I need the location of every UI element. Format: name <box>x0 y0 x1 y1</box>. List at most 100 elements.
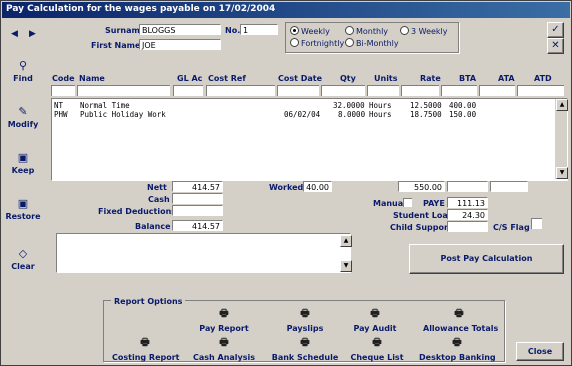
employee-no-field[interactable]: 1 <box>240 24 278 35</box>
bta-entry[interactable] <box>441 85 477 96</box>
col-name: Name <box>79 74 105 83</box>
notes-scroll-up-icon[interactable]: ▲ <box>340 235 352 247</box>
bta-total-field[interactable]: 550.00 <box>398 181 445 192</box>
student-loan-label: Student Loan <box>393 211 454 220</box>
window-title: Pay Calculation for the wages payable on… <box>6 4 276 14</box>
code-entry[interactable] <box>51 85 75 96</box>
col-code: Code <box>52 74 75 83</box>
col-cost-date: Cost Date <box>278 74 323 83</box>
table-row[interactable]: PHW Public Holiday Work 06/02/04 8.0000 … <box>52 110 552 119</box>
child-support-label: Child Support <box>390 223 452 232</box>
ata-total-field[interactable] <box>447 181 488 192</box>
notes-textarea[interactable] <box>56 233 351 273</box>
gl-ac-entry[interactable] <box>173 85 203 96</box>
modify-button[interactable]: ✎ Modify <box>5 105 41 129</box>
bank-schedule-button[interactable]: 🖶 Bank Schedule <box>271 335 339 362</box>
ata-entry[interactable] <box>479 85 515 96</box>
eraser-icon: ◇ <box>18 247 28 260</box>
no-label: No. <box>225 26 241 35</box>
radio-fortnightly[interactable]: Fortnightly <box>290 38 344 48</box>
printer-icon: 🖶 <box>219 308 229 319</box>
paye-field[interactable]: 111.13 <box>447 197 488 208</box>
cash-analysis-button[interactable]: 🖶 Cash Analysis <box>191 335 257 362</box>
fixed-deductions-field[interactable] <box>172 205 223 216</box>
name-entry[interactable] <box>77 85 170 96</box>
radio-weekly[interactable]: Weekly <box>290 26 330 36</box>
pay-audit-button[interactable]: 🖶 Pay Audit <box>344 306 406 333</box>
radio-bi-monthly[interactable]: Bi-Monthly <box>345 38 399 48</box>
pay-lines-grid: NT Normal Time 32.0000 Hours 12.5000 400… <box>51 98 568 181</box>
child-support-field[interactable] <box>447 221 488 232</box>
units-entry[interactable] <box>367 85 399 96</box>
manual-label: Manual <box>373 199 406 208</box>
close-button[interactable]: Close <box>516 342 564 361</box>
printer-icon: 🖶 <box>219 337 229 348</box>
confirm-button[interactable]: ✓ <box>547 22 564 38</box>
col-qty: Qty <box>340 74 356 83</box>
desktop-banking-button[interactable]: 🖶 Desktop Banking <box>419 335 496 362</box>
surname-field[interactable]: BLOGGS <box>139 24 221 35</box>
table-row[interactable]: NT Normal Time 32.0000 Hours 12.5000 400… <box>52 101 552 110</box>
cancel-button[interactable]: ✕ <box>547 38 564 54</box>
notes-scroll-down-icon[interactable]: ▼ <box>340 260 352 272</box>
cheque-list-button[interactable]: 🖶 Cheque List <box>348 335 406 362</box>
rate-entry[interactable] <box>401 85 439 96</box>
col-cost-ref: Cost Ref <box>208 74 246 83</box>
col-bta: BTA <box>459 74 477 83</box>
nett-label: Nett <box>147 183 167 192</box>
title-bar: Pay Calculation for the wages payable on… <box>2 2 570 18</box>
pay-report-button[interactable]: 🖶 Pay Report <box>193 306 255 333</box>
pay-calculation-window: Pay Calculation for the wages payable on… <box>0 0 572 366</box>
radio-monthly[interactable]: Monthly <box>345 26 388 36</box>
balance-label: Balance <box>135 222 171 231</box>
payslips-button[interactable]: 🖶 Payslips <box>274 306 336 333</box>
close-icon: ✕ <box>551 40 560 51</box>
firstname-field[interactable]: JOE <box>139 39 221 50</box>
fixed-deductions-label: Fixed Deductions <box>98 207 177 216</box>
atd-total-field[interactable] <box>490 181 528 192</box>
col-rate: Rate <box>420 74 441 83</box>
firstname-label: First Name <box>91 41 141 50</box>
paye-label: PAYE <box>423 199 445 208</box>
keep-button[interactable]: ▣ Keep <box>5 151 41 175</box>
grid-scrollbar[interactable]: ▲ ▼ <box>555 99 568 179</box>
printer-icon: 🖶 <box>140 337 150 348</box>
worked-field[interactable]: 40.00 <box>303 181 332 192</box>
radio-3-weekly[interactable]: 3 Weekly <box>400 26 448 36</box>
costing-report-button[interactable]: 🖶 Costing Report <box>112 335 179 362</box>
col-ata: ATA <box>498 74 515 83</box>
printer-icon: 🖶 <box>300 337 310 348</box>
restore-disk-icon: ▣ <box>17 197 29 210</box>
check-icon: ✓ <box>551 24 560 35</box>
report-options-title: Report Options <box>111 297 186 306</box>
find-button[interactable]: ⚲ Find <box>5 59 41 83</box>
printer-icon: 🖶 <box>370 308 380 319</box>
clear-button[interactable]: ◇ Clear <box>5 247 41 271</box>
cost-date-entry[interactable] <box>277 85 319 96</box>
scroll-down-icon[interactable]: ▼ <box>556 167 568 179</box>
cash-label: Cash <box>148 195 170 204</box>
nett-field[interactable]: 414.57 <box>172 181 223 192</box>
printer-icon: 🖶 <box>452 337 462 348</box>
cash-field[interactable] <box>172 193 223 204</box>
scroll-up-icon[interactable]: ▲ <box>556 99 568 111</box>
post-pay-calculation-button[interactable]: Post Pay Calculation <box>409 244 564 274</box>
restore-button[interactable]: ▣ Restore <box>5 197 41 221</box>
student-loan-field[interactable]: 24.30 <box>447 209 488 220</box>
next-record-icon[interactable]: ▶ <box>29 29 36 39</box>
manual-checkbox[interactable] <box>403 198 412 207</box>
allowance-totals-button[interactable]: 🖶 Allowance Totals <box>423 306 498 333</box>
cs-flag-checkbox[interactable] <box>531 218 542 229</box>
disk-icon: ▣ <box>17 151 29 164</box>
atd-entry[interactable] <box>517 85 564 96</box>
printer-icon: 🖶 <box>372 337 382 348</box>
printer-icon: 🖶 <box>300 308 310 319</box>
qty-entry[interactable] <box>321 85 365 96</box>
cost-ref-entry[interactable] <box>206 85 275 96</box>
col-atd: ATD <box>534 74 552 83</box>
pencil-icon: ✎ <box>18 105 28 118</box>
balance-field[interactable]: 414.57 <box>172 220 223 231</box>
cs-flag-label: C/S Flag <box>493 223 530 232</box>
prev-record-icon[interactable]: ◀ <box>11 29 18 39</box>
worked-label: Worked <box>269 183 304 192</box>
